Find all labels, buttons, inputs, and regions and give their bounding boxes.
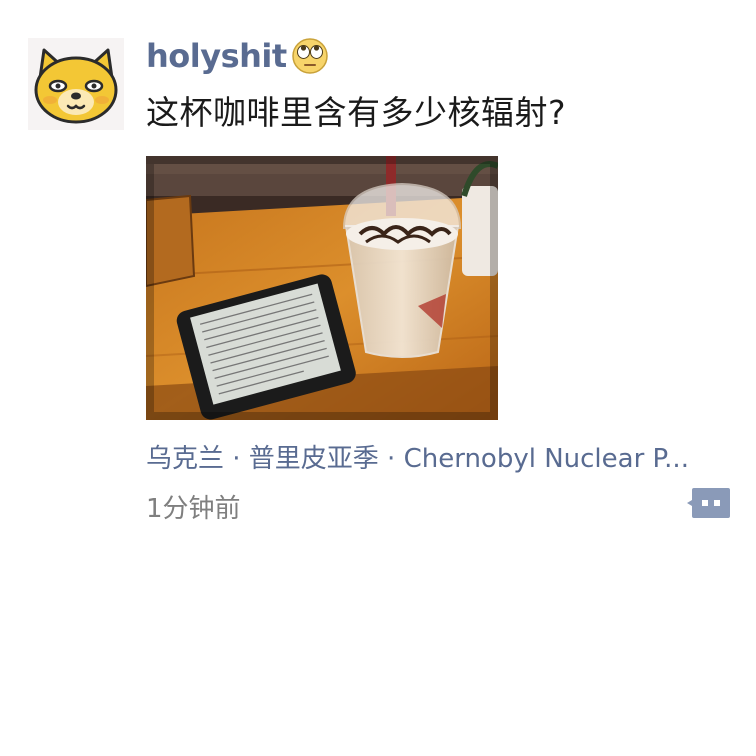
timestamp: 1分钟前: [146, 494, 241, 524]
username-row: holyshit: [146, 34, 329, 78]
comment-bubble-icon: [687, 488, 730, 518]
eye-roll-emoji-icon: [291, 37, 329, 75]
photo-coffee-and-ereader: [146, 156, 498, 420]
comment-button[interactable]: [686, 486, 732, 520]
cartoon-dog-avatar-icon: [34, 48, 118, 124]
location-link[interactable]: 乌克兰 · 普里皮亚季 · Chernobyl Nuclear P...: [146, 438, 689, 475]
username[interactable]: holyshit: [146, 37, 287, 75]
post-photo[interactable]: [146, 156, 498, 420]
post-text: 这杯咖啡里含有多少核辐射?: [146, 93, 567, 132]
avatar[interactable]: [28, 38, 124, 130]
